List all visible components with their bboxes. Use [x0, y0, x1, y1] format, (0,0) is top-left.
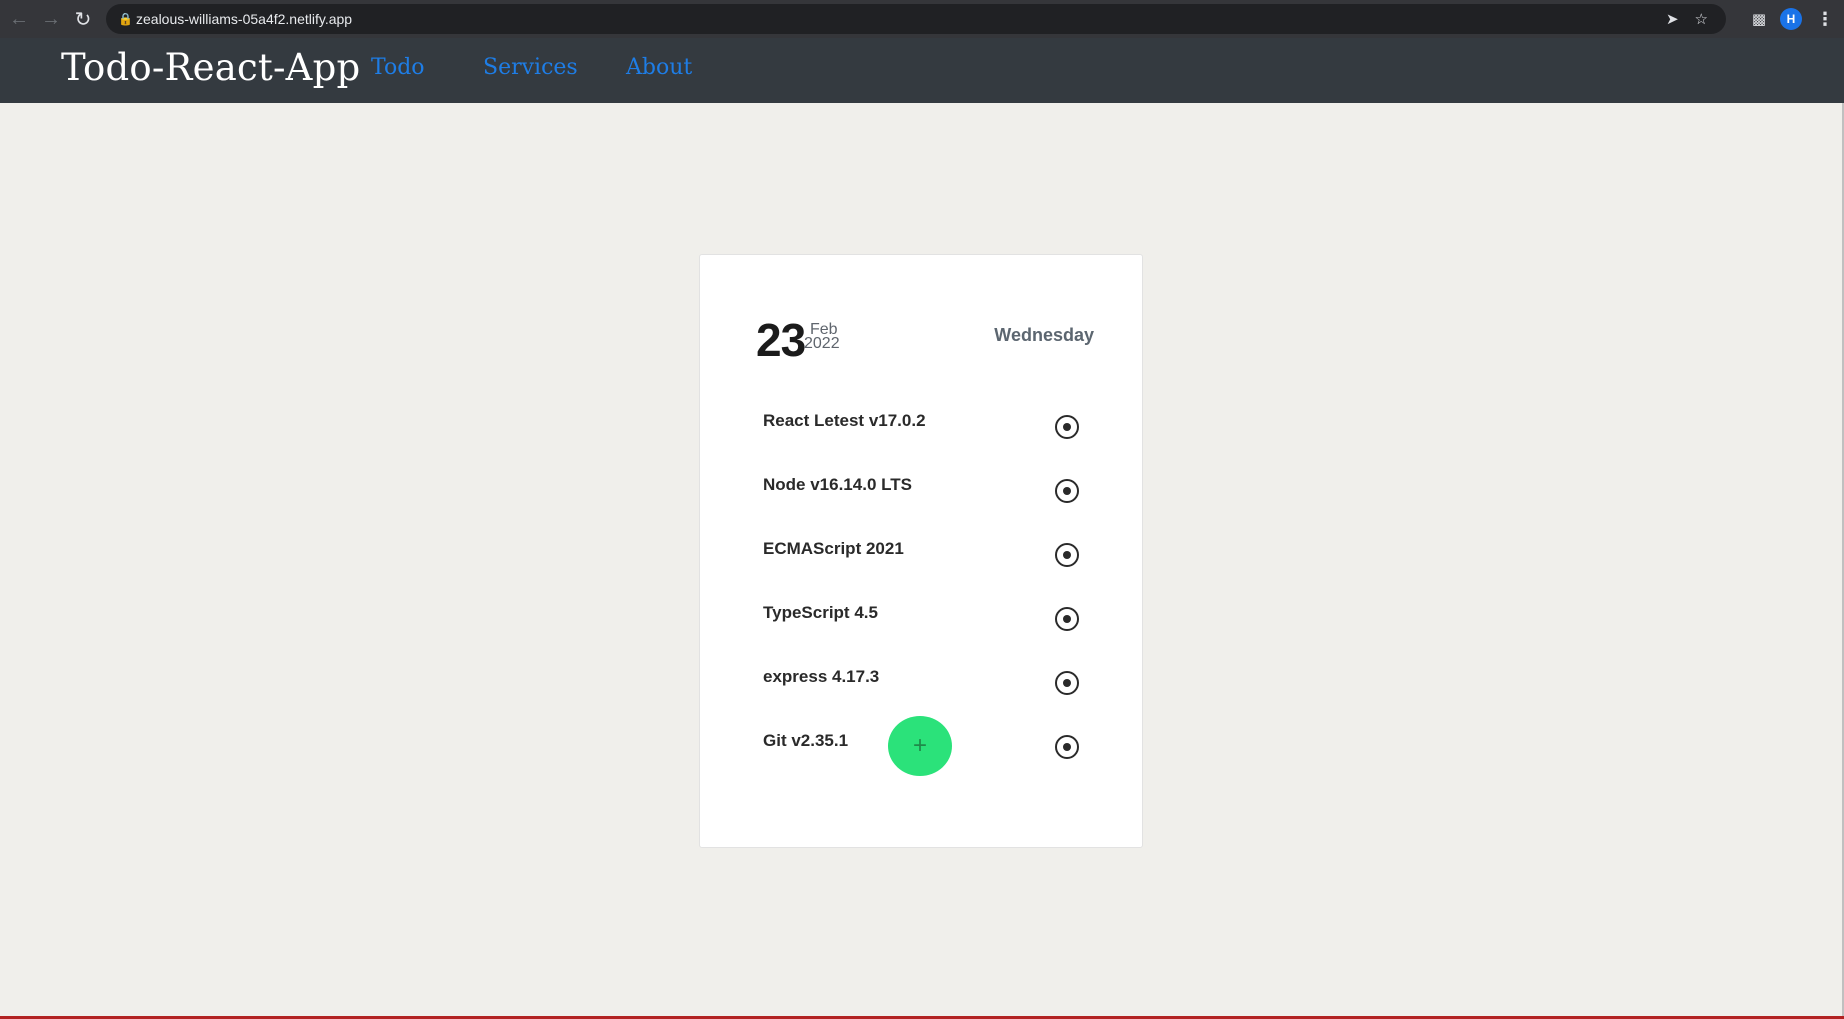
- radio-check-icon[interactable]: [1055, 735, 1079, 759]
- more-vert-icon[interactable]: ⋮: [1816, 9, 1834, 30]
- radio-check-icon[interactable]: [1055, 415, 1079, 439]
- star-icon[interactable]: ☆: [1695, 10, 1708, 28]
- todo-text: express 4.17.3: [763, 667, 880, 686]
- address-bar[interactable]: 🔒 zealous-williams-05a4f2.netlify.app ➤ …: [106, 4, 1726, 34]
- page-body: 23 Feb 2022 Wednesday React Letest v17.0…: [0, 103, 1844, 1017]
- todo-text: TypeScript 4.5: [763, 603, 878, 622]
- lock-icon[interactable]: 🔒: [118, 12, 136, 26]
- reload-icon[interactable]: ↻: [67, 0, 99, 38]
- list-item: React Letest v17.0.2: [700, 405, 1144, 469]
- radio-check-icon[interactable]: [1055, 543, 1079, 567]
- nav-link-about[interactable]: About: [626, 55, 692, 80]
- weekday: Wednesday: [994, 325, 1094, 345]
- radio-check-icon[interactable]: [1055, 607, 1079, 631]
- date-year: 2022: [804, 335, 840, 352]
- url-text[interactable]: zealous-williams-05a4f2.netlify.app: [136, 11, 352, 27]
- list-item: ECMAScript 2021: [700, 533, 1144, 597]
- list-item: Node v16.14.0 LTS: [700, 469, 1144, 533]
- radio-check-icon[interactable]: [1055, 479, 1079, 503]
- arrow-left-icon[interactable]: ←: [3, 0, 35, 38]
- date-day: 23: [756, 314, 806, 366]
- browser-toolbar: ← → ↻ 🔒 zealous-williams-05a4f2.netlify.…: [0, 0, 1844, 38]
- app-navbar: Todo-React-App Todo Services About: [0, 38, 1844, 103]
- nav-link-services[interactable]: Services: [483, 55, 578, 80]
- arrow-right-icon[interactable]: →: [35, 0, 67, 38]
- send-icon[interactable]: ➤: [1666, 10, 1679, 28]
- radio-check-icon[interactable]: [1055, 671, 1079, 695]
- puzzle-icon[interactable]: ▩: [1752, 10, 1766, 28]
- todo-text: Node v16.14.0 LTS: [763, 475, 912, 494]
- brand-title[interactable]: Todo-React-App: [61, 46, 360, 89]
- todo-text: React Letest v17.0.2: [763, 411, 926, 430]
- todo-text: ECMAScript 2021: [763, 539, 904, 558]
- todo-text: Git v2.35.1: [763, 731, 849, 750]
- list-item: TypeScript 4.5: [700, 597, 1144, 661]
- profile-avatar[interactable]: H: [1780, 8, 1802, 30]
- nav-link-todo[interactable]: Todo: [371, 55, 425, 80]
- add-todo-button[interactable]: +: [888, 716, 952, 776]
